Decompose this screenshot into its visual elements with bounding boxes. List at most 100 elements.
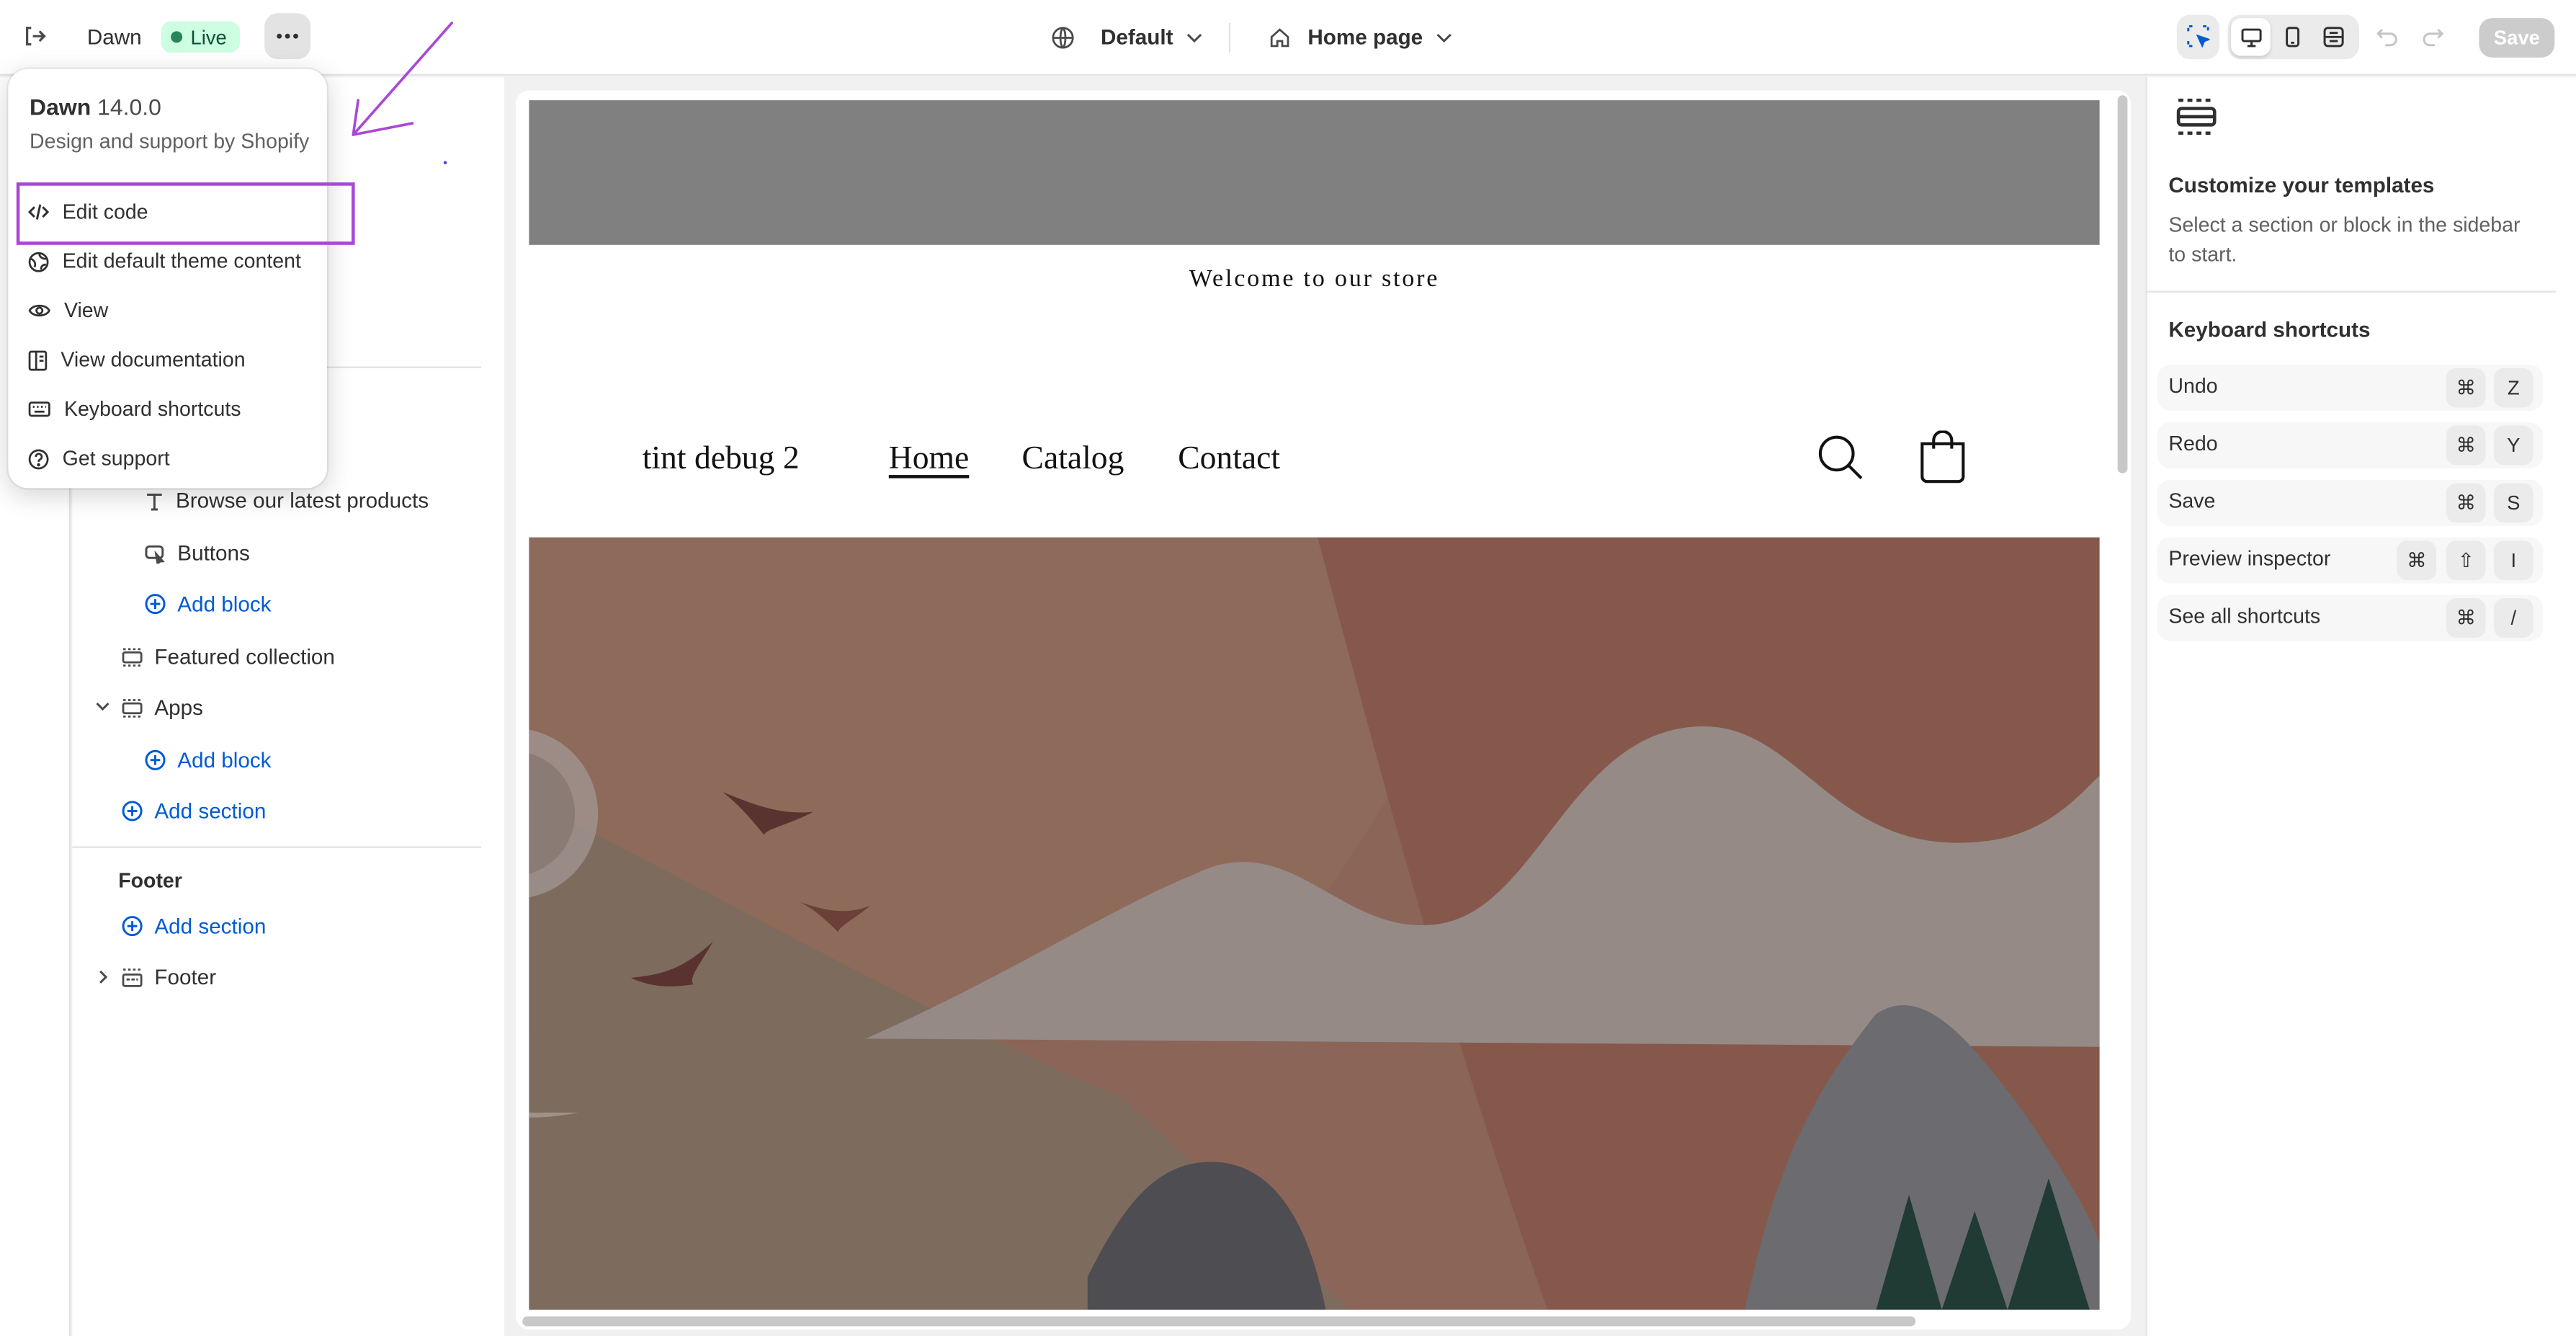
- desktop-view-button[interactable]: [2231, 18, 2271, 56]
- menu-item-label: Keyboard shortcuts: [63, 397, 241, 421]
- question-icon: [28, 448, 49, 469]
- plus-circle-icon: [122, 916, 143, 937]
- sidebar-item-label: Footer: [154, 964, 217, 989]
- shortcut-key: ⌘: [2446, 483, 2486, 523]
- template-selector[interactable]: Home page: [1269, 25, 1453, 49]
- chevron-down-icon: [1186, 32, 1202, 42]
- add-block-label: Add block: [177, 747, 272, 772]
- plus-circle-icon: [145, 594, 166, 615]
- sidebar-item-browse-products[interactable]: Browse our latest products: [145, 488, 429, 513]
- shortcut-key: ⌘: [2446, 598, 2486, 638]
- theme-actions-menu: Dawn 14.0.0 Design and support by Shopif…: [8, 68, 327, 489]
- sidebar-item-label: Apps: [154, 695, 203, 720]
- nav-link-catalog[interactable]: Catalog: [1022, 440, 1124, 478]
- live-badge-label: Live: [190, 25, 227, 49]
- save-button[interactable]: Save: [2479, 18, 2555, 58]
- shortcut-row-see-all: See all shortcuts ⌘ /: [2157, 594, 2544, 641]
- shortcut-key: /: [2493, 598, 2533, 638]
- sidebar-item-apps[interactable]: Apps: [122, 695, 203, 720]
- undo-button[interactable]: [2376, 25, 2399, 48]
- mobile-icon: [2284, 27, 2299, 48]
- add-section-label: Add section: [154, 798, 267, 824]
- redo-icon: [2423, 29, 2444, 47]
- desktop-icon: [2240, 27, 2261, 47]
- redo-button[interactable]: [2422, 25, 2445, 48]
- nav-link-contact[interactable]: Contact: [1178, 440, 1280, 478]
- menu-theme-version: 14.0.0: [97, 93, 161, 120]
- template-label: Home page: [1307, 25, 1423, 50]
- menu-item-label: View documentation: [61, 348, 246, 372]
- add-block-button[interactable]: Add block: [145, 748, 272, 772]
- add-block-button[interactable]: Add block: [145, 592, 272, 616]
- menu-item-label: Get support: [62, 447, 170, 471]
- shortcut-row-redo: Redo ⌘ Y: [2157, 422, 2544, 468]
- shortcuts-title: Keyboard shortcuts: [2168, 317, 2371, 342]
- menu-item-view[interactable]: View: [28, 299, 108, 322]
- menu-item-label: Edit default theme content: [62, 249, 301, 273]
- shortcut-row-undo: Undo ⌘ Z: [2157, 365, 2544, 411]
- live-badge: Live: [161, 21, 241, 53]
- nav-link-home[interactable]: Home: [889, 440, 969, 478]
- inspector-toggle[interactable]: [2176, 14, 2220, 60]
- right-panel-title: Customize your templates: [2168, 172, 2435, 197]
- right-panel-description: Select a section or block in the sidebar…: [2168, 213, 2521, 267]
- hero-image[interactable]: [529, 537, 2100, 1310]
- plus-circle-icon: [122, 801, 143, 821]
- divider: [72, 846, 482, 848]
- shortcut-key: ⌘: [2446, 425, 2486, 466]
- live-dot-icon: [171, 31, 183, 43]
- add-section-label: Add section: [154, 914, 267, 939]
- mobile-view-button[interactable]: [2272, 18, 2312, 55]
- cart-icon[interactable]: [1919, 430, 1967, 484]
- annotation-highlight-box: [16, 182, 355, 245]
- menu-item-view-documentation[interactable]: View documentation: [28, 348, 246, 371]
- menu-item-edit-theme-content[interactable]: Edit default theme content: [28, 250, 301, 273]
- shortcut-row-preview-inspector: Preview inspector ⌘ ⇧ I: [2157, 537, 2544, 584]
- more-actions-button[interactable]: [264, 13, 311, 60]
- vertical-scrollbar[interactable]: [2117, 95, 2128, 473]
- fullscreen-view-button[interactable]: [2313, 18, 2353, 55]
- sidebar-item-footer[interactable]: Footer: [122, 965, 216, 989]
- sidebar-item-label: Featured collection: [154, 643, 335, 669]
- menu-item-get-support[interactable]: Get support: [28, 447, 170, 470]
- add-block-label: Add block: [177, 592, 272, 617]
- chevron-right-icon[interactable]: [99, 970, 109, 985]
- menu-theme-heading: Dawn 14.0.0: [30, 94, 161, 120]
- drag-indicator-dot: [443, 161, 447, 165]
- store-name[interactable]: tint debug 2: [643, 440, 800, 478]
- book-icon: [28, 349, 48, 370]
- locale-selector[interactable]: Default: [1052, 25, 1203, 49]
- keyboard-icon: [28, 401, 50, 417]
- chevron-down-icon: [1436, 32, 1452, 42]
- shortcut-key: ⌘: [2446, 368, 2486, 408]
- footer-group-heading: Footer: [118, 869, 182, 893]
- shortcut-label: Undo: [2168, 374, 2218, 398]
- sidebar-item-label: Browse our latest products: [176, 488, 429, 513]
- templates-icon: [2175, 95, 2218, 138]
- sidebar-item-featured-collection[interactable]: Featured collection: [122, 644, 335, 669]
- search-icon[interactable]: [1817, 434, 1863, 480]
- locale-label: Default: [1101, 25, 1173, 50]
- sidebar-item-label: Buttons: [177, 540, 250, 566]
- add-section-button[interactable]: Add section: [122, 798, 267, 824]
- globe-icon: [28, 251, 49, 272]
- footer-section-icon: [122, 968, 143, 987]
- eye-icon: [28, 304, 50, 317]
- chevron-down-icon[interactable]: [95, 702, 110, 712]
- undo-icon: [2376, 29, 2397, 47]
- globe-icon: [1052, 26, 1074, 48]
- text-icon: [147, 492, 162, 510]
- menu-item-keyboard-shortcuts[interactable]: Keyboard shortcuts: [28, 398, 241, 421]
- footer-add-section-button[interactable]: Add section: [122, 914, 267, 939]
- theme-name: Dawn: [86, 25, 142, 50]
- shortcut-key: I: [2493, 540, 2533, 581]
- menu-theme-name: Dawn: [30, 93, 91, 120]
- shortcut-key: ⌘: [2397, 540, 2437, 581]
- shortcut-key: Z: [2493, 368, 2533, 408]
- exit-icon[interactable]: [22, 23, 48, 49]
- announcement-bar[interactable]: [529, 100, 2100, 245]
- horizontal-scrollbar[interactable]: [522, 1316, 1916, 1327]
- ellipsis-icon: [277, 33, 298, 39]
- landscape-illustration-icon: [529, 537, 2100, 1310]
- sidebar-item-buttons[interactable]: Buttons: [145, 540, 250, 566]
